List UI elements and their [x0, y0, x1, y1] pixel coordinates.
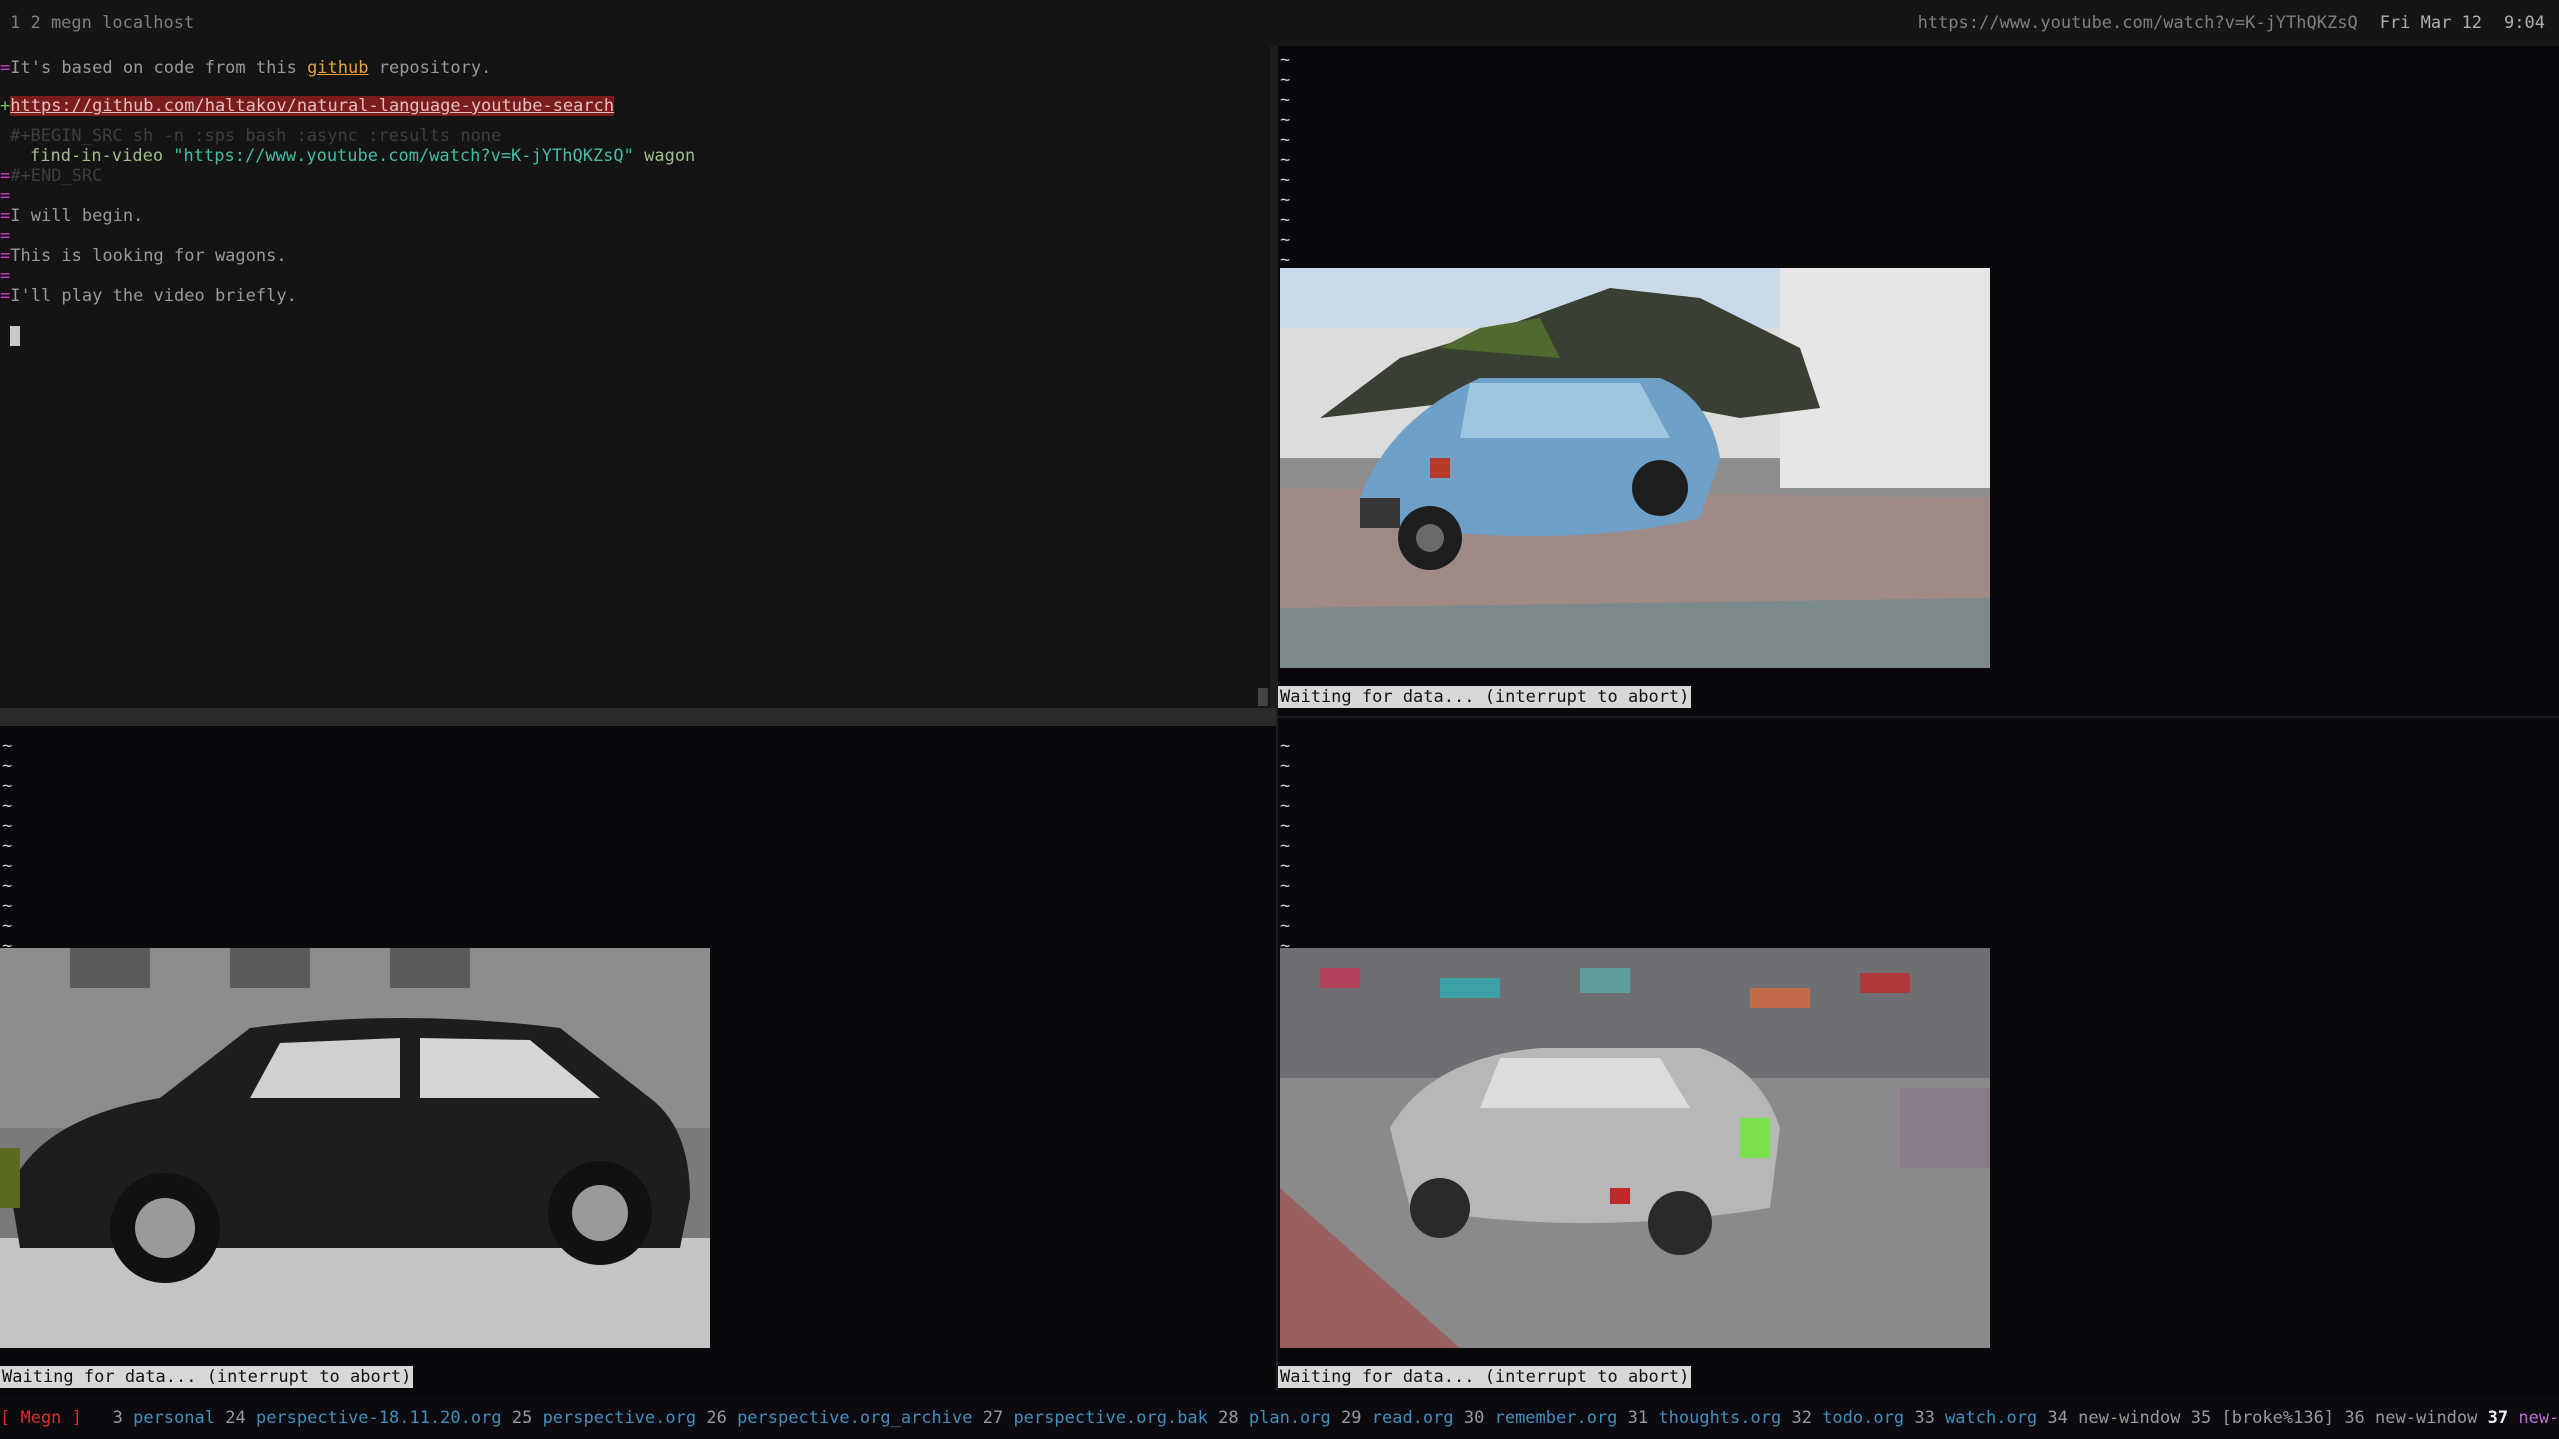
gutter-line: = [0, 226, 11, 246]
window-tab[interactable]: plan.org [1249, 1408, 1331, 1428]
top-right-status: https://www.youtube.com/watch?v=K-jYThQK… [1918, 13, 2545, 33]
editor-line-begin: =I will begin. [0, 206, 144, 226]
waiting-status: Waiting for data... (interrupt to abort) [1278, 686, 1692, 708]
waiting-status: Waiting for data... (interrupt to abort) [0, 1366, 414, 1388]
car-video-frame-blue [1280, 268, 1990, 668]
window-tab[interactable]: remember.org [1495, 1408, 1618, 1428]
window-tab[interactable]: perspective-18.11.20.org [256, 1408, 502, 1428]
window-tab[interactable]: new-window [2518, 1408, 2559, 1428]
session-name[interactable]: [ Megn ] [0, 1408, 82, 1428]
window-tab[interactable]: personal [133, 1408, 215, 1428]
editor-line-play: =I'll play the video briefly. [0, 286, 297, 306]
window-tab[interactable]: perspective.org.bak [1013, 1408, 1207, 1428]
window-tab[interactable]: new-window [2078, 1408, 2180, 1428]
car-video-frame-graffiti [1280, 948, 1990, 1348]
car-video-frame-black [0, 948, 710, 1348]
window-number: 27 [982, 1408, 1014, 1428]
top-status-bar: 1 2 megn localhost https://www.youtube.c… [0, 0, 2559, 46]
video-pane-bottom-right[interactable]: ~ ~ ~ ~ ~ ~ ~ ~ ~ ~ ~ Waiting for data..… [1278, 726, 2559, 1390]
editor-pane[interactable]: =It's based on code from this github rep… [0, 46, 1276, 708]
window-number: 34 [2047, 1408, 2079, 1428]
window-tab[interactable]: watch.org [1945, 1408, 2037, 1428]
editor-line-2: +https://github.com/haltakov/natural-lan… [0, 96, 615, 116]
window-number: 31 [1627, 1408, 1659, 1428]
text-cursor [10, 326, 20, 346]
waiting-status: Waiting for data... (interrupt to abort) [1278, 1366, 1692, 1388]
video-pane-top-right[interactable]: ~ ~ ~ ~ ~ ~ ~ ~ ~ ~ ~ Waiting for data..… [1278, 46, 2559, 716]
window-number: 30 [1463, 1408, 1495, 1428]
pane-divider-horizontal-right[interactable] [1278, 716, 2559, 718]
window-list: [ Megn ] 3 personal 24 perspective-18.11… [0, 1408, 2559, 1428]
window-number: 26 [706, 1408, 738, 1428]
scroll-indicator[interactable] [1258, 688, 1268, 706]
src-end-line: =#+END_SRC [0, 166, 103, 186]
window-tab[interactable]: new-window [2375, 1408, 2477, 1428]
window-number: 28 [1218, 1408, 1249, 1428]
window-tab[interactable]: thoughts.org [1658, 1408, 1781, 1428]
editor-line-1: =It's based on code from this github rep… [0, 58, 492, 78]
window-number: 36 [2344, 1408, 2376, 1428]
window-number: 3 [92, 1408, 134, 1428]
window-number: 29 [1341, 1408, 1372, 1428]
window-tab[interactable]: [broke%136] [2221, 1408, 2334, 1428]
window-tab[interactable]: todo.org [1822, 1408, 1904, 1428]
src-begin-line: #+BEGIN_SRC sh -n :sps bash :async :resu… [10, 126, 502, 146]
pane-divider-horizontal[interactable] [0, 708, 1276, 726]
gutter-line: = [0, 266, 11, 286]
window-tab[interactable]: perspective.org_archive [737, 1408, 972, 1428]
date-label: Fri Mar 12 [2379, 13, 2483, 33]
repo-link[interactable]: https://github.com/haltakov/natural-lang… [10, 96, 615, 116]
window-tab[interactable]: perspective.org [543, 1408, 697, 1428]
time-label: 9:04 [2504, 13, 2545, 33]
window-number: 25 [511, 1408, 543, 1428]
video-url[interactable]: https://www.youtube.com/watch?v=K-jYThQK… [1918, 13, 2358, 33]
tmux-window-bar: [ Megn ] 3 personal 24 perspective-18.11… [0, 1395, 2559, 1439]
window-number: 24 [225, 1408, 256, 1428]
editor-line-wagons: =This is looking for wagons. [0, 246, 287, 266]
window-number: 37 [2487, 1408, 2519, 1428]
window-number: 32 [1791, 1408, 1823, 1428]
command-line: find-in-video "https://www.youtube.com/w… [30, 146, 696, 166]
window-number: 35 [2190, 1408, 2222, 1428]
window-tab[interactable]: read.org [1372, 1408, 1454, 1428]
github-link[interactable]: github [307, 58, 368, 78]
window-number: 33 [1914, 1408, 1946, 1428]
gutter-line: = [0, 186, 11, 206]
video-pane-bottom-left[interactable]: ~ ~ ~ ~ ~ ~ ~ ~ ~ ~ ~ Waiting for data..… [0, 726, 1276, 1390]
tmux-host-label: 1 2 megn localhost [10, 13, 195, 33]
